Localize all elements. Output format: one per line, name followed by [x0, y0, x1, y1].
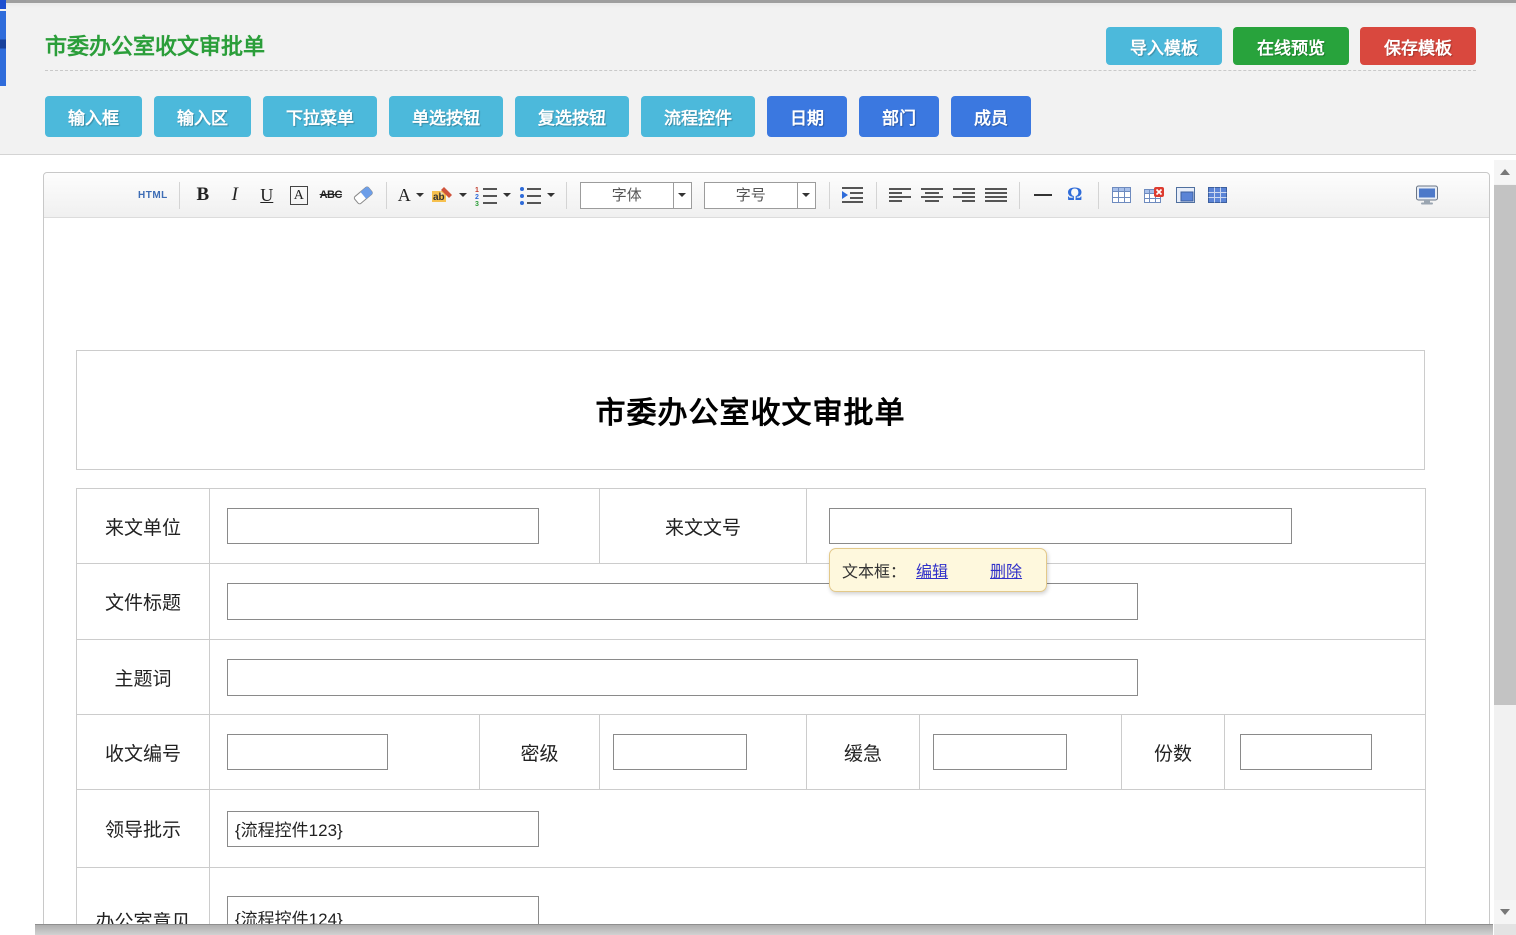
- insert-table-icon[interactable]: [1110, 180, 1134, 210]
- import-template-button[interactable]: 导入模板: [1106, 27, 1222, 65]
- delete-table-icon[interactable]: [1142, 180, 1166, 210]
- table-row: 领导批示: [77, 790, 1426, 868]
- font-color-icon[interactable]: A: [398, 180, 424, 210]
- widget-date-button[interactable]: 日期: [767, 96, 847, 137]
- scrollbar-corner: [1494, 924, 1516, 935]
- widget-button-row: 输入框 输入区 下拉菜单 单选按钮 复选按钮 流程控件 日期 部门 成员: [45, 96, 1031, 137]
- label-keywords: 主题词: [77, 640, 210, 715]
- widget-checkbox-button[interactable]: 复选按钮: [515, 96, 629, 137]
- keywords-input[interactable]: [227, 659, 1138, 696]
- toolbar-separator: [566, 182, 567, 209]
- header-actions: 导入模板 在线预览 保存模板: [1106, 27, 1476, 65]
- chevron-down-icon[interactable]: [673, 183, 691, 208]
- leader-comments-input[interactable]: [227, 811, 539, 847]
- html-source-icon[interactable]: HTML: [138, 180, 168, 210]
- font-family-select[interactable]: 字体: [580, 182, 692, 209]
- widget-input-box-button[interactable]: 输入框: [45, 96, 142, 137]
- widget-department-button[interactable]: 部门: [859, 96, 939, 137]
- scroll-up-icon[interactable]: [1494, 160, 1516, 184]
- toolbar-separator: [876, 182, 877, 209]
- label-doc-number: 来文文号: [600, 489, 807, 564]
- app-title: 市委办公室收文审批单: [45, 29, 265, 61]
- align-right-icon[interactable]: [952, 180, 976, 210]
- textbox-context-tooltip: 文本框： 编辑 删除: [829, 548, 1047, 592]
- label-urgency: 缓急: [807, 715, 920, 790]
- table-properties-icon[interactable]: [1206, 180, 1230, 210]
- tooltip-type-label: 文本框：: [842, 558, 906, 582]
- widget-flow-control-button[interactable]: 流程控件: [641, 96, 755, 137]
- label-receive-number: 收文编号: [77, 715, 210, 790]
- svg-text:2: 2: [475, 194, 479, 201]
- label-leader-comments: 领导批示: [77, 790, 210, 868]
- font-frame-icon[interactable]: A: [290, 186, 308, 205]
- page: 市委办公室收文审批单 导入模板 在线预览 保存模板 输入框 输入区 下拉菜单 单…: [0, 0, 1516, 935]
- form-title-box: 市委办公室收文审批单: [76, 350, 1425, 470]
- unordered-list-icon[interactable]: [519, 180, 555, 210]
- dashed-divider: [45, 70, 1476, 71]
- doc-number-input[interactable]: [829, 508, 1292, 544]
- toolbar-separator: [179, 182, 180, 209]
- editor-toolbar: HTML B I U A ABC A ab 123: [44, 173, 1489, 218]
- rich-text-editor: HTML B I U A ABC A ab 123: [43, 172, 1490, 935]
- toolbar-separator: [1098, 182, 1099, 209]
- italic-icon[interactable]: I: [223, 180, 247, 210]
- toolbar-separator: [386, 182, 387, 209]
- svg-text:1: 1: [475, 187, 479, 194]
- form-table: 来文单位 来文文号 文件标题 主题词 收文编号 密级: [76, 488, 1426, 934]
- indent-icon[interactable]: [841, 180, 865, 210]
- eraser-icon[interactable]: [351, 180, 375, 210]
- cell-properties-icon[interactable]: [1174, 180, 1198, 210]
- fullscreen-monitor-icon[interactable]: [1415, 180, 1439, 210]
- edit-link[interactable]: 编辑: [916, 558, 948, 582]
- vertical-scrollbar[interactable]: [1494, 160, 1516, 935]
- svg-text:3: 3: [475, 201, 479, 206]
- form-title: 市委办公室收文审批单: [596, 388, 906, 432]
- widget-input-area-button[interactable]: 输入区: [154, 96, 251, 137]
- table-row: 来文单位 来文文号: [77, 489, 1426, 564]
- align-left-icon[interactable]: [888, 180, 912, 210]
- toolbar-separator: [829, 182, 830, 209]
- editor-canvas[interactable]: 市委办公室收文审批单 来文单位 来文文号 文件标题 主: [44, 218, 1489, 934]
- scroll-down-icon[interactable]: [1494, 900, 1516, 924]
- horizontal-scrollbar[interactable]: [35, 924, 1493, 935]
- widget-dropdown-button[interactable]: 下拉菜单: [263, 96, 377, 137]
- header: 市委办公室收文审批单 导入模板 在线预览 保存模板 输入框 输入区 下拉菜单 单…: [0, 3, 1516, 155]
- label-copies: 份数: [1122, 715, 1225, 790]
- ordered-list-icon[interactable]: 123: [475, 180, 511, 210]
- highlight-color-icon[interactable]: ab: [432, 180, 467, 210]
- receive-number-input[interactable]: [227, 734, 388, 770]
- security-level-input[interactable]: [613, 734, 747, 770]
- align-center-icon[interactable]: [920, 180, 944, 210]
- copies-input[interactable]: [1240, 734, 1372, 770]
- left-edge-accent: [0, 11, 6, 86]
- underline-icon[interactable]: U: [255, 180, 279, 210]
- source-unit-input[interactable]: [227, 508, 539, 544]
- toolbar-separator: [1019, 182, 1020, 209]
- chevron-down-icon[interactable]: [797, 183, 815, 208]
- scrollbar-thumb[interactable]: [1494, 185, 1516, 705]
- table-row: 主题词: [77, 640, 1426, 715]
- align-justify-icon[interactable]: [984, 180, 1008, 210]
- delete-link[interactable]: 删除: [990, 558, 1022, 582]
- online-preview-button[interactable]: 在线预览: [1233, 27, 1349, 65]
- font-size-select[interactable]: 字号: [704, 182, 816, 209]
- horizontal-rule-icon[interactable]: [1031, 180, 1055, 210]
- table-row: 文件标题: [77, 564, 1426, 640]
- special-char-icon[interactable]: Ω: [1063, 180, 1087, 210]
- widget-member-button[interactable]: 成员: [951, 96, 1031, 137]
- strikethrough-icon[interactable]: ABC: [319, 180, 343, 210]
- label-security-level: 密级: [480, 715, 600, 790]
- bold-icon[interactable]: B: [191, 180, 215, 210]
- label-doc-title: 文件标题: [77, 564, 210, 640]
- urgency-input[interactable]: [933, 734, 1067, 770]
- label-source-unit: 来文单位: [77, 489, 210, 564]
- widget-radio-button[interactable]: 单选按钮: [389, 96, 503, 137]
- table-row: 收文编号 密级 缓急 份数: [77, 715, 1426, 790]
- corner-accent: [0, 0, 6, 9]
- save-template-button[interactable]: 保存模板: [1360, 27, 1476, 65]
